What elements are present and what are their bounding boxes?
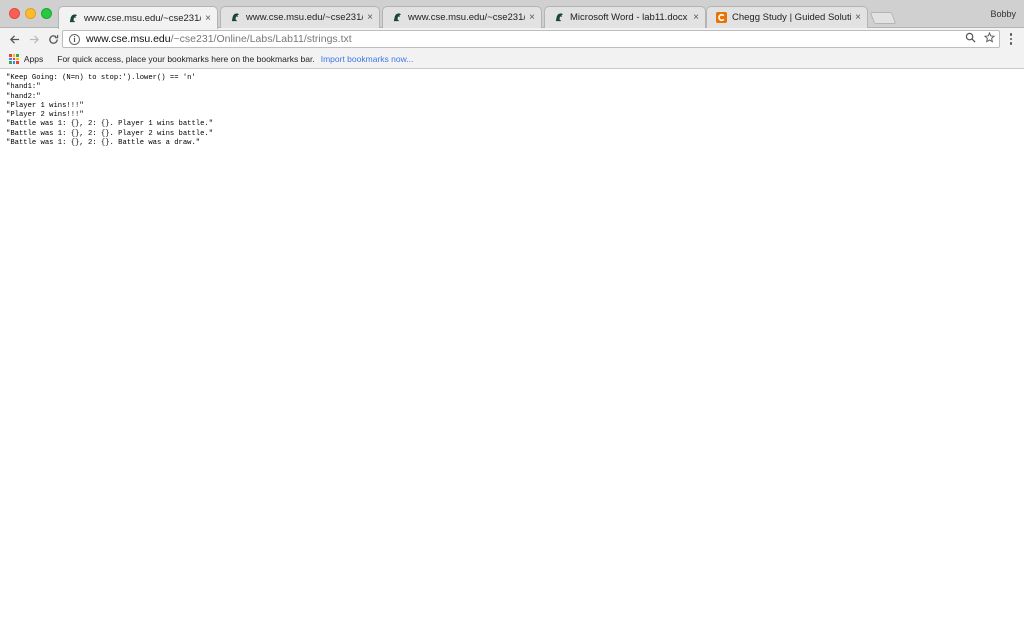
tab-close-icon[interactable]: × — [367, 12, 373, 23]
site-info-icon[interactable]: i — [69, 33, 80, 45]
msu-spartan-icon — [391, 12, 403, 24]
address-bar[interactable]: i www.cse.msu.edu/~cse231/Online/Labs/La… — [62, 30, 1000, 48]
tab-cse231-3[interactable]: www.cse.msu.edu/~cse231/O × — [382, 6, 542, 28]
text-line: "hand1:" — [6, 83, 41, 92]
text-line: "Keep Going: (N=n) to stop:').lower() ==… — [6, 74, 196, 82]
msu-spartan-icon — [67, 12, 79, 24]
text-line: "hand2:" — [6, 92, 41, 101]
msu-spartan-icon — [229, 12, 241, 24]
url-host: www.cse.msu.edu — [86, 33, 171, 45]
window-minimize-button[interactable] — [25, 8, 36, 19]
window-close-button[interactable] — [9, 8, 20, 19]
tab-cse231-2[interactable]: www.cse.msu.edu/~cse231/O × — [220, 6, 380, 28]
import-bookmarks-link[interactable]: Import bookmarks now... — [321, 54, 414, 64]
chegg-icon — [715, 12, 727, 24]
tab-title: www.cse.msu.edu/~cse231/O — [408, 12, 526, 23]
reload-icon — [48, 34, 58, 44]
profile-name[interactable]: Bobby — [990, 9, 1016, 19]
window-maximize-button[interactable] — [41, 8, 52, 19]
tab-close-icon[interactable]: × — [529, 12, 535, 23]
arrow-right-icon — [29, 34, 39, 44]
tab-strip: www.cse.msu.edu/~cse231/O × www.cse.msu.… — [0, 0, 1024, 29]
reload-button[interactable] — [45, 31, 61, 47]
tab-close-icon[interactable]: × — [205, 13, 211, 24]
text-line: "Battle was 1: {}, 2: {}. Player 2 wins … — [6, 129, 214, 138]
apps-grid-icon[interactable] — [9, 54, 19, 64]
tab-title: www.cse.msu.edu/~cse231/O — [246, 12, 364, 23]
menu-icon[interactable] — [1006, 31, 1016, 47]
text-line: "Battle was 1: {}, 2: {}. Battle was a d… — [6, 139, 201, 148]
url-path: /~cse231/Online/Labs/Lab11/strings.txt — [170, 33, 352, 45]
apps-shortcut[interactable]: Apps — [24, 54, 43, 64]
bookmark-star-icon[interactable] — [983, 31, 996, 46]
browser-toolbar: i www.cse.msu.edu/~cse231/Online/Labs/La… — [0, 28, 1024, 50]
tab-title: www.cse.msu.edu/~cse231/O — [84, 12, 202, 24]
zoom-icon[interactable] — [965, 32, 976, 46]
text-line: "Battle was 1: {}, 2: {}. Player 1 wins … — [6, 120, 214, 129]
tab-close-icon[interactable]: × — [855, 12, 861, 23]
text-line: "Player 1 wins!!!" — [6, 101, 84, 110]
text-file-content: "Keep Going: (N=n) to stop:').lower() ==… — [6, 74, 213, 148]
tab-title: Microsoft Word - lab11.docx — [570, 12, 688, 23]
forward-button[interactable] — [26, 31, 42, 47]
bookmarks-bar: Apps For quick access, place your bookma… — [0, 50, 1024, 69]
arrow-left-icon — [9, 34, 19, 44]
tab-chegg[interactable]: Chegg Study | Guided Solution × — [706, 6, 868, 28]
bookmarks-hint: For quick access, place your bookmarks h… — [57, 54, 315, 64]
text-line: "Player 2 wins!!!" — [6, 111, 84, 120]
tab-microsoft-word[interactable]: Microsoft Word - lab11.docx × — [544, 6, 706, 28]
tab-cse231-1[interactable]: www.cse.msu.edu/~cse231/O × — [58, 6, 218, 29]
back-button[interactable] — [6, 31, 22, 47]
tab-title: Chegg Study | Guided Solution — [732, 12, 852, 23]
new-tab-button[interactable] — [869, 12, 897, 24]
tab-close-icon[interactable]: × — [693, 12, 699, 23]
msu-spartan-icon — [553, 12, 565, 24]
